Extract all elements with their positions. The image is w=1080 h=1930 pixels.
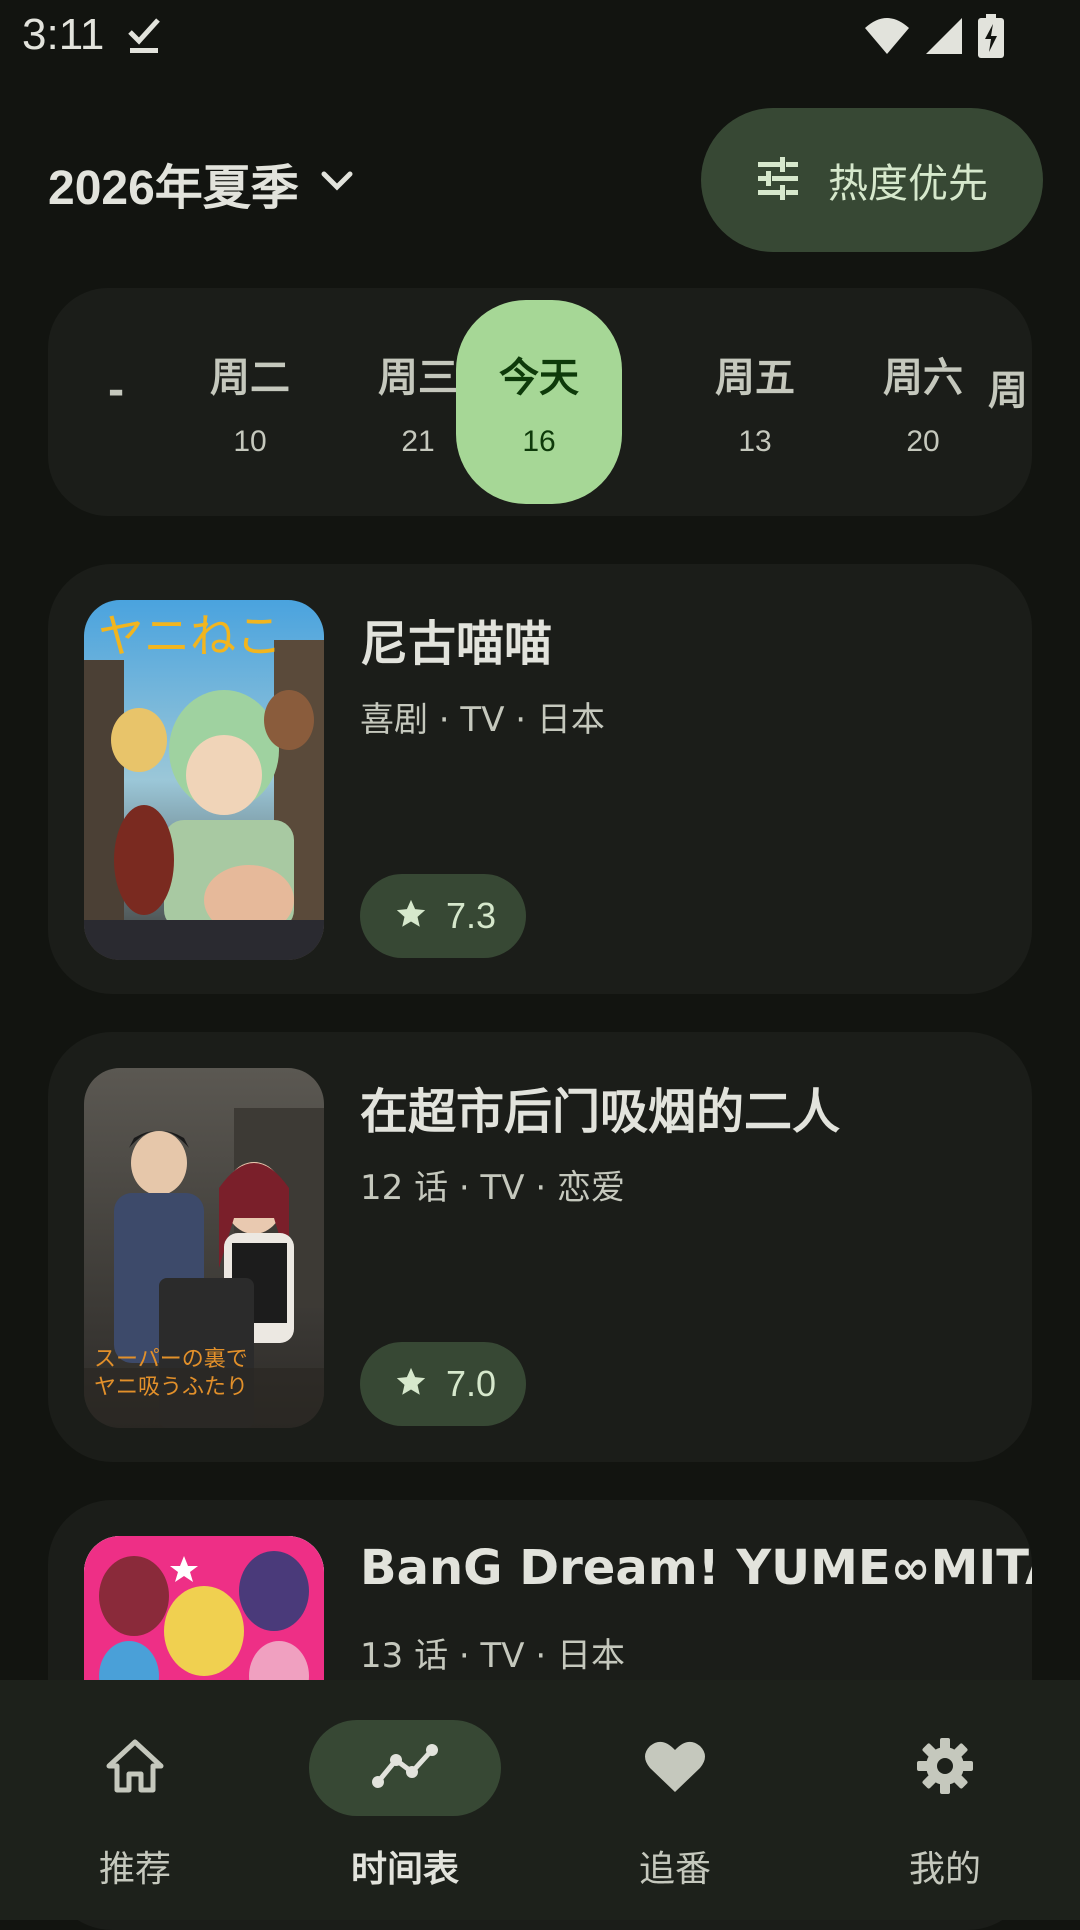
nav-indicator bbox=[849, 1720, 1041, 1816]
day-tab-sat[interactable]: 周六 20 bbox=[840, 300, 1006, 504]
tune-icon bbox=[756, 156, 800, 204]
star-icon bbox=[394, 897, 428, 935]
sort-button[interactable]: 热度优先 bbox=[701, 108, 1043, 252]
day-count: 20 bbox=[906, 425, 940, 458]
nav-indicator bbox=[579, 1720, 771, 1816]
day-tab-partial-left[interactable]: - bbox=[48, 300, 139, 504]
day-count: 21 bbox=[401, 425, 435, 458]
bottom-navigation: 推荐 时间表 追番 我的 bbox=[0, 1680, 1080, 1920]
nav-item-following[interactable]: 追番 bbox=[540, 1720, 810, 1890]
day-tab-today[interactable]: 今天 16 bbox=[456, 300, 622, 504]
home-icon bbox=[105, 1738, 165, 1798]
nav-label: 推荐 bbox=[98, 1849, 171, 1890]
sort-label: 热度优先 bbox=[828, 161, 988, 207]
day-count: 10 bbox=[233, 425, 267, 458]
show-poster: ヤニねこ bbox=[84, 600, 324, 960]
svg-text:ヤニ吸うふたり: ヤニ吸うふたり bbox=[94, 1375, 248, 1400]
day-name: 周 bbox=[988, 368, 1028, 414]
day-name: 周二 bbox=[210, 355, 290, 401]
show-meta: 喜剧 · TV · 日本 bbox=[360, 700, 605, 740]
poster-logo: ヤニねこ bbox=[98, 609, 282, 663]
season-title: 2026年夏季 bbox=[48, 162, 299, 215]
chevron-down-icon bbox=[319, 169, 355, 197]
show-card[interactable]: ヤニねこ 尼古喵喵 喜剧 · TV · 日本 7.3 bbox=[48, 564, 1032, 994]
rating-badge: 7.0 bbox=[360, 1342, 527, 1426]
status-bar: 3:11 bbox=[0, 0, 1080, 72]
show-title: 在超市后门吸烟的二人 bbox=[360, 1084, 841, 1140]
nav-indicator bbox=[39, 1720, 231, 1816]
rating-badge: 7.3 bbox=[360, 874, 527, 958]
download-done-icon bbox=[126, 14, 162, 58]
svg-text:スーパーの裏で: スーパーの裏で bbox=[94, 1347, 248, 1372]
rating-value: 7.0 bbox=[446, 1363, 497, 1404]
settings-icon bbox=[915, 1736, 975, 1800]
day-count: 13 bbox=[738, 425, 772, 458]
day-name: 周六 bbox=[883, 355, 963, 401]
day-name: 周三 bbox=[378, 355, 458, 401]
day-selector[interactable]: - 周二 10 周三 21 今天 16 周五 13 周六 20 周 bbox=[48, 288, 1032, 516]
star-icon bbox=[394, 1365, 428, 1403]
day-name: 今天 bbox=[499, 355, 579, 401]
timeline-icon bbox=[370, 1742, 440, 1794]
show-meta: 13 话 · TV · 日本 bbox=[360, 1636, 625, 1676]
day-tab-tue[interactable]: 周二 10 bbox=[167, 300, 333, 504]
show-card[interactable]: スーパーの裏で ヤニ吸うふたり 在超市后门吸烟的二人 12 话 · TV · 恋… bbox=[48, 1032, 1032, 1462]
nav-label: 时间表 bbox=[350, 1849, 459, 1890]
heart-icon bbox=[644, 1738, 706, 1798]
show-meta: 12 话 · TV · 恋爱 bbox=[360, 1168, 625, 1208]
nav-item-profile[interactable]: 我的 bbox=[810, 1720, 1080, 1890]
show-title: BanG Dream! YUME∞MITA bbox=[360, 1540, 1032, 1596]
show-title: 尼古喵喵 bbox=[360, 616, 553, 672]
season-selector[interactable]: 2026年夏季 bbox=[48, 148, 355, 218]
show-poster: スーパーの裏で ヤニ吸うふたり bbox=[84, 1068, 324, 1428]
battery-icon bbox=[978, 14, 1004, 62]
nav-item-recommend[interactable]: 推荐 bbox=[0, 1720, 270, 1890]
day-tab-fri[interactable]: 周五 13 bbox=[672, 300, 838, 504]
status-time: 3:11 bbox=[22, 10, 105, 59]
wifi-icon bbox=[864, 16, 910, 60]
day-name: 周五 bbox=[715, 355, 795, 401]
rating-value: 7.3 bbox=[446, 895, 497, 936]
nav-label: 我的 bbox=[908, 1849, 981, 1890]
day-name: - bbox=[107, 368, 125, 414]
day-count: 16 bbox=[522, 425, 556, 458]
nav-item-schedule[interactable]: 时间表 bbox=[270, 1720, 540, 1890]
nav-indicator bbox=[309, 1720, 501, 1816]
signal-icon bbox=[924, 16, 964, 60]
day-tab-partial-right[interactable]: 周 bbox=[988, 300, 1032, 504]
nav-label: 追番 bbox=[638, 1849, 711, 1890]
